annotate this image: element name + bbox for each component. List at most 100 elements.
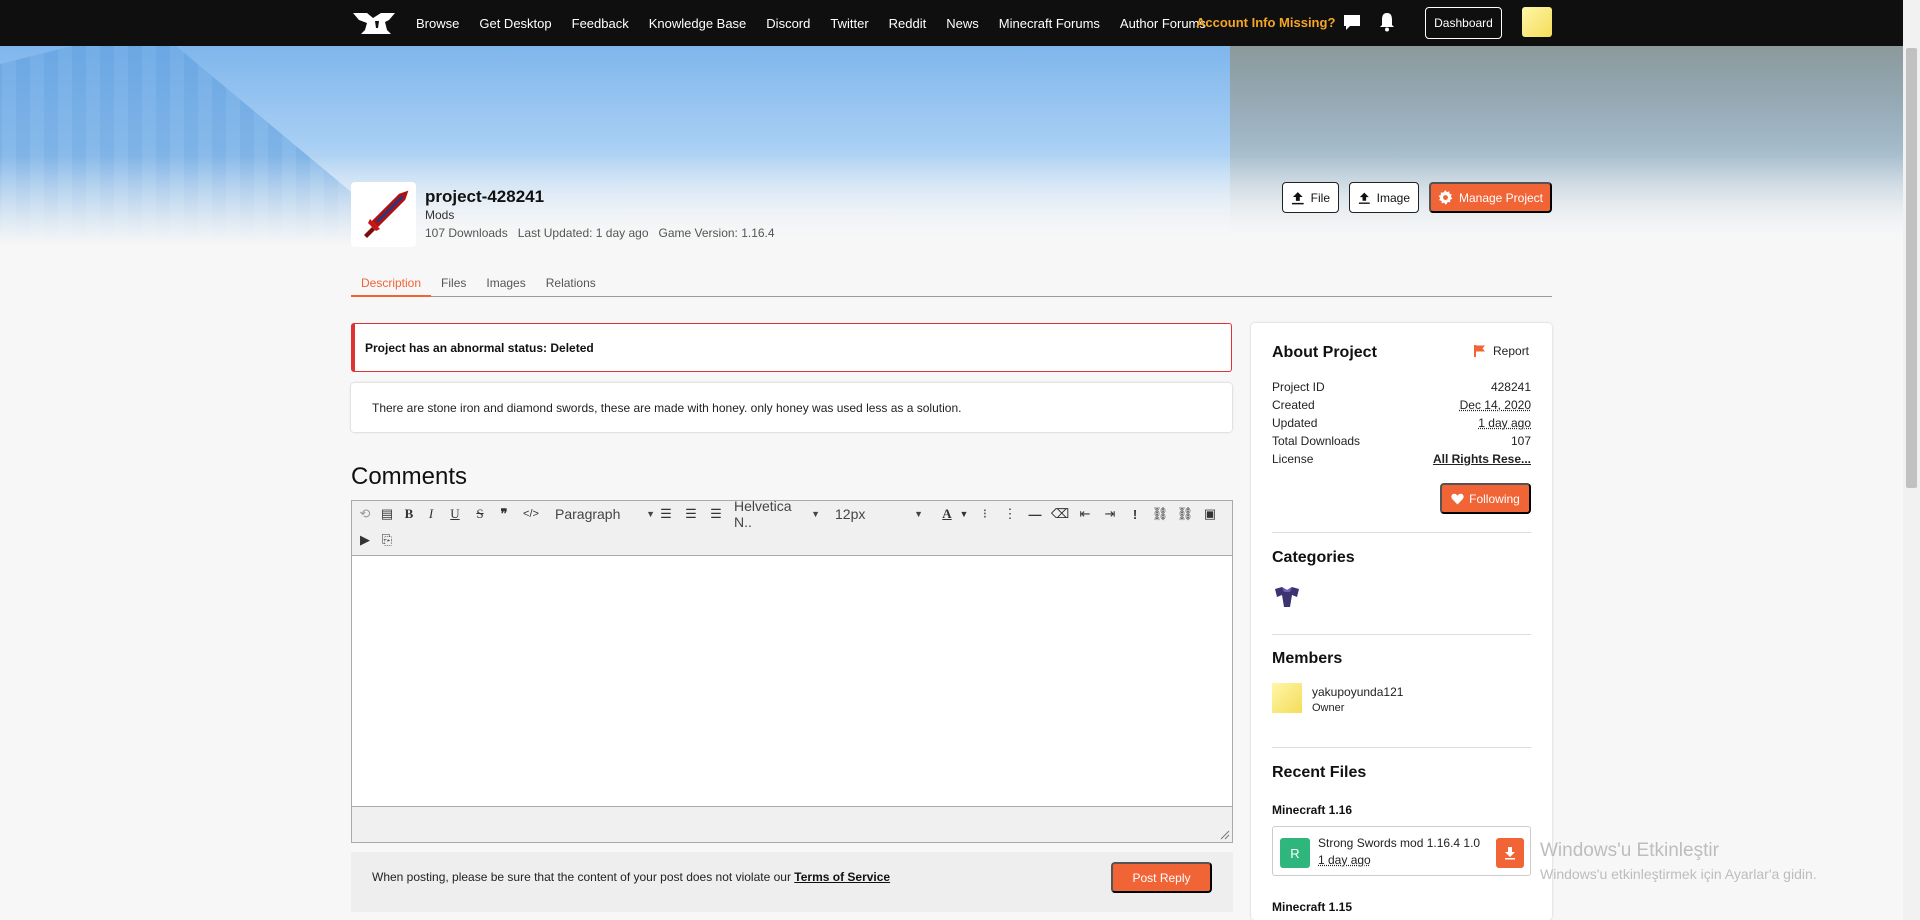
- detail-key: Created: [1272, 398, 1315, 412]
- user-avatar[interactable]: [1522, 7, 1552, 37]
- link-icon[interactable]: ⛓: [1151, 505, 1169, 523]
- font-family-select[interactable]: Helvetica N.. ▼: [734, 498, 820, 530]
- page-scrollbar-thumb[interactable]: [1906, 48, 1917, 488]
- tab-description[interactable]: Description: [351, 276, 432, 297]
- following-button[interactable]: Following: [1440, 483, 1531, 514]
- nav-link-news[interactable]: News: [946, 16, 979, 31]
- align-center-icon[interactable]: ☰: [682, 505, 700, 523]
- tab-relations[interactable]: Relations: [536, 276, 606, 297]
- report-button[interactable]: Report: [1473, 344, 1529, 358]
- tab-images[interactable]: Images: [476, 276, 535, 297]
- nav-link-minecraft-forums[interactable]: Minecraft Forums: [999, 16, 1100, 31]
- top-nav: Browse Get Desktop Feedback Knowledge Ba…: [0, 0, 1920, 46]
- italic-icon[interactable]: I: [422, 505, 440, 523]
- image-icon[interactable]: ▣: [1201, 505, 1219, 523]
- heart-icon: [1451, 493, 1464, 504]
- video-icon[interactable]: ▶: [356, 531, 374, 549]
- nav-link-twitter[interactable]: Twitter: [830, 16, 868, 31]
- posting-notice: When posting, please be sure that the co…: [372, 870, 890, 884]
- resize-handle-icon[interactable]: [1220, 830, 1230, 840]
- member-role: Owner: [1312, 702, 1345, 714]
- about-project-heading: About Project: [1272, 344, 1377, 361]
- blockquote-icon[interactable]: ❞: [495, 505, 513, 523]
- paste-icon[interactable]: ▤: [378, 505, 396, 523]
- account-info-missing-link[interactable]: Account Info Missing?: [1196, 15, 1335, 30]
- terms-of-service-link[interactable]: Terms of Service: [794, 870, 890, 884]
- project-description: There are stone iron and diamond swords,…: [351, 383, 1232, 432]
- paragraph-select[interactable]: Paragraph ▼: [555, 504, 655, 524]
- manage-project-button[interactable]: Manage Project: [1429, 182, 1552, 213]
- bullet-list-icon[interactable]: ⁝: [976, 505, 994, 523]
- project-last-updated: Last Updated: 1 day ago: [517, 226, 649, 240]
- nav-link-browse[interactable]: Browse: [416, 16, 459, 31]
- nav-link-reddit[interactable]: Reddit: [889, 16, 927, 31]
- file-date: 1 day ago: [1318, 853, 1371, 867]
- member-avatar[interactable]: [1272, 683, 1302, 713]
- unlink-icon[interactable]: ⛓: [1176, 505, 1194, 523]
- undo-icon[interactable]: ⟲: [356, 505, 374, 523]
- project-category[interactable]: Mods: [425, 208, 454, 222]
- bell-icon[interactable]: [1378, 12, 1396, 32]
- underline-icon[interactable]: U: [446, 505, 464, 523]
- detail-value: 1 day ago: [1478, 416, 1531, 430]
- nav-link-author-forums[interactable]: Author Forums: [1120, 16, 1206, 31]
- tab-files[interactable]: Files: [431, 276, 476, 297]
- flag-icon: [1474, 345, 1485, 357]
- upload-image-button[interactable]: Image: [1349, 182, 1419, 213]
- nav-link-feedback[interactable]: Feedback: [572, 16, 629, 31]
- align-left-icon[interactable]: ☰: [657, 505, 675, 523]
- nav-link-knowledge-base[interactable]: Knowledge Base: [649, 16, 747, 31]
- chevron-down-icon[interactable]: ▼: [955, 505, 973, 523]
- post-reply-button[interactable]: Post Reply: [1111, 862, 1212, 893]
- nav-links: Browse Get Desktop Feedback Knowledge Ba…: [416, 0, 1226, 46]
- curseforge-logo-icon[interactable]: [351, 10, 397, 36]
- project-downloads: 107 Downloads: [425, 226, 508, 240]
- dashboard-button[interactable]: Dashboard: [1425, 7, 1502, 39]
- detail-updated: Updated 1 day ago: [1272, 416, 1531, 430]
- chat-icon[interactable]: [1343, 13, 1361, 31]
- about-project-sidebar: About Project Report Project ID 428241 C…: [1251, 323, 1552, 920]
- chevron-down-icon: ▼: [914, 509, 923, 519]
- file-name-link[interactable]: Strong Swords mod 1.16.4 1.0: [1318, 836, 1480, 850]
- source-code-icon[interactable]: ⎘: [378, 531, 396, 549]
- eraser-icon[interactable]: ⌫: [1051, 505, 1069, 523]
- release-badge: R: [1280, 838, 1310, 868]
- recent-files-heading: Recent Files: [1272, 764, 1367, 781]
- license-link[interactable]: All Rights Rese...: [1433, 452, 1531, 466]
- abnormal-status-alert: Project has an abnormal status: Deleted: [351, 323, 1232, 372]
- spoiler-icon[interactable]: !: [1126, 505, 1144, 523]
- numbered-list-icon[interactable]: ⋮: [1001, 505, 1019, 523]
- member-name[interactable]: yakupoyunda121: [1312, 685, 1403, 699]
- project-logo: [351, 182, 416, 247]
- strikethrough-icon[interactable]: S: [471, 505, 489, 523]
- font-size-select-value: 12px: [835, 506, 866, 522]
- detail-value: 428241: [1490, 380, 1531, 394]
- upload-file-label: File: [1310, 190, 1330, 205]
- text-color-icon[interactable]: A: [938, 505, 956, 523]
- font-size-select[interactable]: 12px ▼: [835, 504, 923, 524]
- posting-notice-text: When posting, please be sure that the co…: [372, 870, 795, 884]
- project-title: project-428241: [425, 187, 545, 206]
- upload-icon: [1358, 192, 1370, 204]
- detail-key: Updated: [1272, 416, 1318, 430]
- nav-link-discord[interactable]: Discord: [766, 16, 810, 31]
- code-icon[interactable]: </>: [522, 505, 540, 523]
- comment-editor: ⟲ ▤ B I U S ❞ </> Paragraph ▼ ☰ ☰ ☰ Helv…: [351, 498, 1233, 843]
- comment-textarea[interactable]: [352, 556, 1232, 807]
- comments-heading: Comments: [351, 463, 468, 490]
- upload-icon: [1291, 191, 1304, 204]
- outdent-icon[interactable]: ⇤: [1076, 505, 1094, 523]
- categories-heading: Categories: [1272, 549, 1355, 566]
- align-right-icon[interactable]: ☰: [707, 505, 725, 523]
- download-button[interactable]: [1496, 838, 1524, 868]
- upload-file-button[interactable]: File: [1282, 182, 1339, 213]
- chevron-down-icon: ▼: [811, 509, 820, 519]
- detail-key: Project ID: [1272, 380, 1325, 394]
- bold-icon[interactable]: B: [400, 505, 418, 523]
- indent-icon[interactable]: ⇥: [1101, 505, 1119, 523]
- armor-category-icon[interactable]: [1272, 585, 1302, 609]
- nav-link-get-desktop[interactable]: Get Desktop: [479, 16, 551, 31]
- project-meta: 107 Downloads Last Updated: 1 day ago Ga…: [425, 226, 775, 240]
- manage-project-label: Manage Project: [1458, 190, 1544, 205]
- horizontal-rule-icon[interactable]: —: [1026, 505, 1044, 523]
